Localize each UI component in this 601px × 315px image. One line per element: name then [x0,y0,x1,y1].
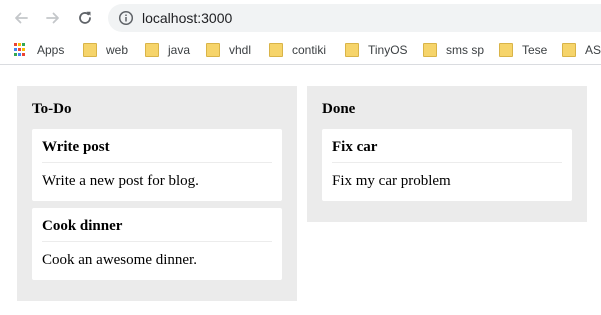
bookmark-label: sms sp [446,43,485,57]
column-title: Done [322,101,356,117]
apps-grid-icon [14,43,28,57]
column-done: Done Fix car Fix my car problem [307,86,587,222]
arrow-left-icon [15,12,28,24]
folder-icon [269,43,283,57]
card-fix-car[interactable]: Fix car Fix my car problem [322,129,572,201]
folder-icon [83,43,97,57]
folder-icon [206,43,220,57]
forward-button[interactable] [41,6,65,30]
bookmark-label: ASI [585,43,601,57]
folder-icon [423,43,437,57]
bookmark-apps[interactable]: Apps [14,40,64,60]
bookmark-sms-sp[interactable]: sms sp [423,40,484,60]
bookmark-label: TinyOS [368,43,408,57]
arrow-right-icon [46,12,59,24]
bookmark-label: contiki [292,43,327,57]
card-title: Fix car [332,139,378,155]
folder-icon [345,43,359,57]
folder-icon [145,43,159,57]
card-description: Cook an awesome dinner. [42,252,197,268]
card-divider [42,162,272,163]
bookmark-label: Tese [522,43,548,57]
card-divider [332,162,562,163]
card-divider [42,241,272,242]
bookmark-asi[interactable]: ASI [562,40,601,60]
back-button[interactable] [9,6,33,30]
bookmark-java[interactable]: java [145,40,190,60]
bookmark-label: java [168,43,191,57]
card-write-post[interactable]: Write post Write a new post for blog. [32,129,282,201]
info-icon[interactable] [118,10,134,26]
bookmark-label: Apps [37,43,65,57]
column-title: To-Do [32,101,72,117]
column-todo: To-Do Write post Write a new post for bl… [17,86,297,301]
address-bar[interactable]: localhost:3000 [108,4,601,32]
card-title: Cook dinner [42,218,123,234]
bookmark-contiki[interactable]: contiki [269,40,326,60]
card-cook-dinner[interactable]: Cook dinner Cook an awesome dinner. [32,208,282,280]
bookmark-web[interactable]: web [83,40,128,60]
bookmark-label: vhdl [229,43,252,57]
bookmark-vhdl[interactable]: vhdl [206,40,251,60]
folder-icon [562,43,576,57]
card-description: Write a new post for blog. [42,173,199,189]
bookmark-tinyos[interactable]: TinyOS [345,40,408,60]
browser-toolbar: localhost:3000 [0,0,601,36]
reload-button[interactable] [73,6,97,30]
folder-icon [499,43,513,57]
bookmarks-bar: Apps web java vhdl contiki TinyOS sms sp… [0,36,601,65]
card-description: Fix my car problem [332,173,451,189]
bookmark-label: web [106,43,129,57]
bookmark-tese[interactable]: Tese [499,40,547,60]
card-title: Write post [42,139,110,155]
reload-icon [79,11,91,24]
url-text[interactable]: localhost:3000 [142,9,232,27]
